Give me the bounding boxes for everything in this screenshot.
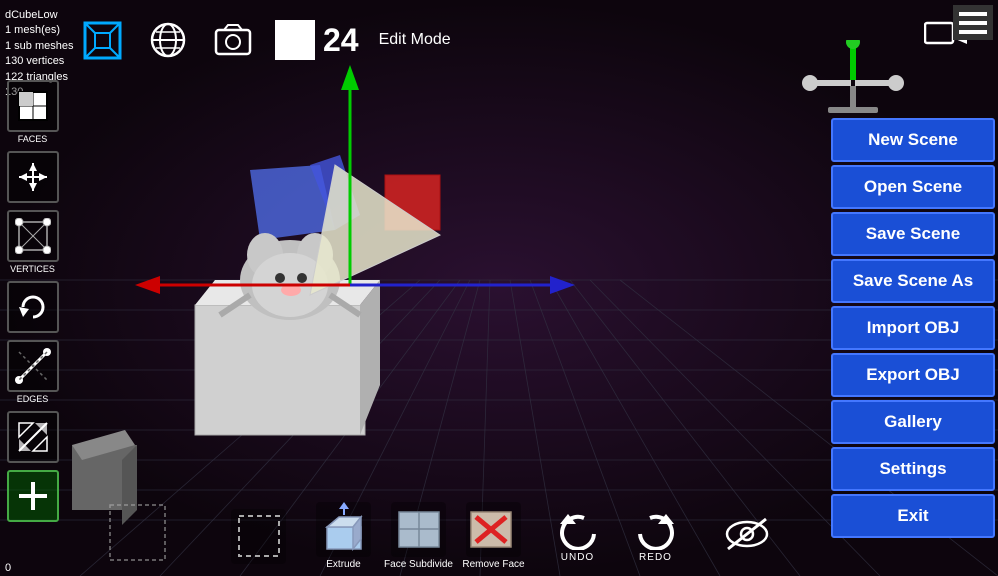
edges-label: EDGES bbox=[17, 394, 49, 404]
edges-icon-box bbox=[7, 340, 59, 392]
hamburger-line-3 bbox=[959, 30, 987, 34]
globe-icon[interactable] bbox=[145, 18, 190, 63]
import-obj-button[interactable]: Import OBJ bbox=[831, 306, 995, 350]
undo-redo-area: UNDO REDO bbox=[554, 510, 680, 563]
scale-tool[interactable] bbox=[4, 411, 62, 463]
face-subdivide-label: Face Subdivide bbox=[384, 559, 453, 570]
hamburger-line-1 bbox=[959, 12, 987, 16]
faces-tool[interactable]: FACES bbox=[4, 80, 62, 144]
frame-display: 24 bbox=[275, 20, 359, 60]
save-scene-button[interactable]: Save Scene bbox=[831, 212, 995, 256]
open-scene-button[interactable]: Open Scene bbox=[831, 165, 995, 209]
scale-icon-box bbox=[7, 411, 59, 463]
extrude-icon bbox=[316, 502, 371, 557]
coord-value: 0 bbox=[5, 562, 11, 574]
hamburger-line-2 bbox=[959, 21, 987, 25]
undo-button[interactable]: UNDO bbox=[554, 510, 602, 563]
left-toolbar: FACES bbox=[0, 80, 65, 522]
redo-button[interactable]: REDO bbox=[632, 510, 680, 563]
vertices-icon-box bbox=[7, 210, 59, 262]
rotate-tool[interactable] bbox=[4, 281, 62, 333]
visibility-toggle[interactable] bbox=[720, 514, 775, 559]
remove-face-icon bbox=[466, 502, 521, 557]
edit-mode-label: Edit Mode bbox=[379, 31, 451, 49]
remove-face-label: Remove Face bbox=[462, 559, 524, 570]
move-icon-box bbox=[7, 151, 59, 203]
3d-box-icon[interactable] bbox=[80, 18, 125, 63]
face-subdivide-tool[interactable]: Face Subdivide bbox=[384, 502, 454, 570]
select-icon bbox=[231, 509, 286, 564]
frame-number: 24 bbox=[323, 22, 359, 59]
select-tool[interactable] bbox=[224, 509, 294, 564]
orientation-gizmo bbox=[798, 40, 908, 120]
vertices-label: VERTICES bbox=[10, 264, 55, 274]
edges-tool[interactable]: EDGES bbox=[4, 340, 62, 404]
vertices-tool[interactable]: VERTICES bbox=[4, 210, 62, 274]
new-scene-button[interactable]: New Scene bbox=[831, 118, 995, 162]
save-scene-as-button[interactable]: Save Scene As bbox=[831, 259, 995, 303]
faces-label: FACES bbox=[18, 134, 48, 144]
move-tool[interactable] bbox=[4, 151, 62, 203]
screenshot-icon[interactable] bbox=[210, 18, 255, 63]
extrude-label: Extrude bbox=[326, 559, 360, 570]
coordinates-display: 0 bbox=[5, 562, 11, 574]
gallery-button[interactable]: Gallery bbox=[831, 400, 995, 444]
undo-label: UNDO bbox=[561, 552, 594, 563]
face-subdivide-icon bbox=[391, 502, 446, 557]
rotate-icon-box bbox=[7, 281, 59, 333]
redo-label: REDO bbox=[639, 552, 672, 563]
right-menu: New Scene Open Scene Save Scene Save Sce… bbox=[828, 115, 998, 541]
exit-button[interactable]: Exit bbox=[831, 494, 995, 538]
extrude-tool[interactable]: Extrude bbox=[309, 502, 379, 570]
faces-icon-box bbox=[7, 80, 59, 132]
frame-box bbox=[275, 20, 315, 60]
settings-button[interactable]: Settings bbox=[831, 447, 995, 491]
hamburger-menu[interactable] bbox=[953, 5, 993, 40]
export-obj-button[interactable]: Export OBJ bbox=[831, 353, 995, 397]
remove-face-tool[interactable]: Remove Face bbox=[459, 502, 529, 570]
